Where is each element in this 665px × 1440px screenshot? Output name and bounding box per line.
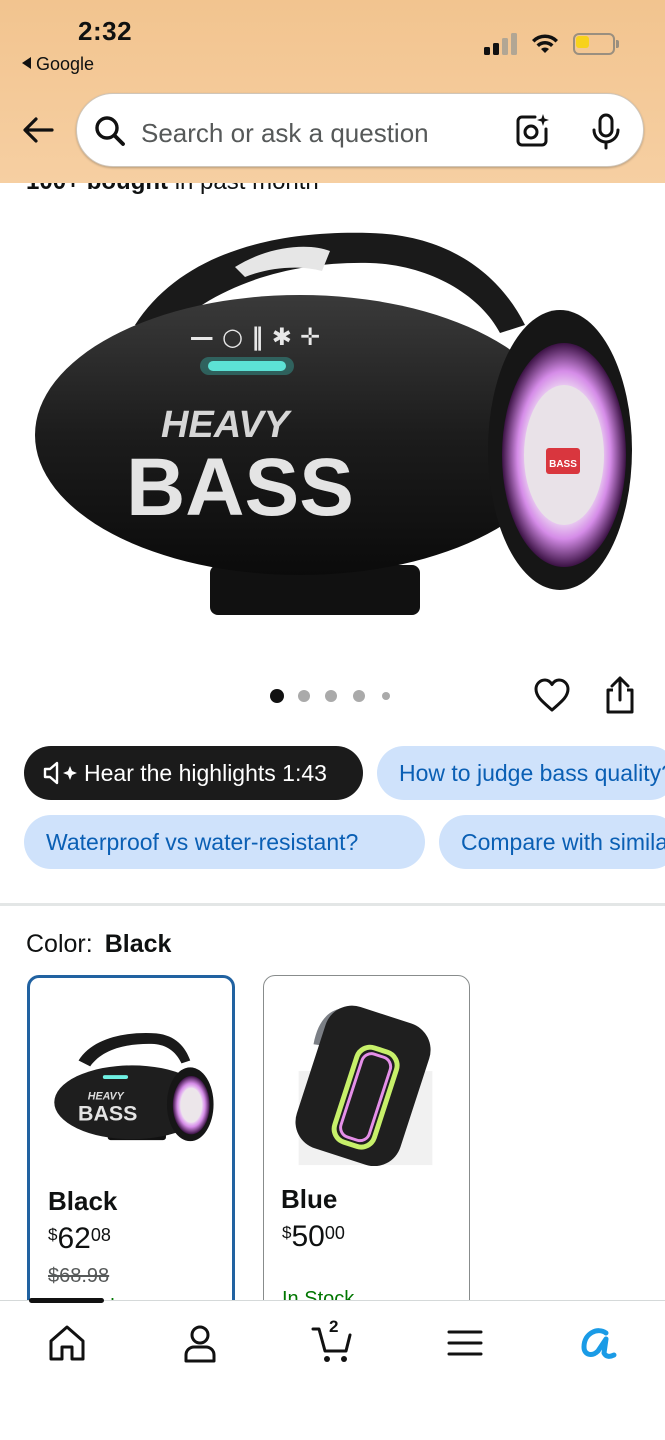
swatch-price: $5000 [282,1220,345,1254]
swatch-name: Blue [281,1184,338,1214]
back-arrow-icon[interactable] [20,112,56,148]
color-swatch-black[interactable]: HEAVY BASS Black $6208 $68.98 In Stock [27,975,235,1315]
swatch-brand-line-1: HEAVY [88,1090,125,1102]
search-bar[interactable]: Search or ask a question [76,93,644,167]
swatch-image-black-speaker: HEAVY BASS [54,1032,214,1142]
carousel-dot-2[interactable] [298,690,310,702]
heart-icon[interactable] [533,677,571,715]
product-brand-line-2: BASS [126,442,354,533]
carousel-dot-5[interactable] [382,692,390,700]
question-chip-label: Waterproof vs water-resistant? [46,829,359,855]
menu-icon[interactable] [443,1321,487,1365]
battery-icon [573,33,619,55]
share-icon[interactable] [602,674,638,716]
price-whole: 62 [57,1222,91,1255]
home-icon[interactable] [45,1321,89,1365]
back-triangle-icon [22,57,31,70]
price-whole: 50 [291,1220,325,1253]
microphone-icon[interactable] [589,112,623,150]
color-label-prefix: Color: [26,930,93,958]
bottom-navigation-bar: 2 [0,1298,665,1440]
swatch-name: Black [48,1186,118,1216]
carousel-dot-1[interactable] [270,689,284,703]
active-tab-indicator [29,1298,104,1303]
color-selected-value: Black [104,930,172,958]
color-swatch-blue[interactable]: Blue $5000 In Stock [263,975,470,1315]
rufus-assistant-icon[interactable] [576,1321,620,1365]
carousel-dot-4[interactable] [353,690,365,702]
account-icon[interactable] [178,1321,222,1365]
price-symbol: $ [48,1225,58,1244]
speaker-controls-text: — ○ ‖ ✱ ✛ [190,323,321,351]
section-divider [0,903,665,906]
color-selection-label: Color: Black [26,930,171,959]
question-chip-label: How to judge bass quality? [399,760,665,786]
image-carousel-dots[interactable] [270,688,400,704]
product-image-speaker[interactable]: BASS — ○ ‖ ✱ ✛ HEAVY BASS [30,215,640,630]
camera-lens-icon[interactable] [513,112,551,150]
end-cap-logo-text: BASS [549,459,577,470]
hear-highlights-label: Hear the highlights 1:43 [84,760,327,786]
swatch-list-price: $68.98 [48,1265,110,1287]
top-header: 2:32 Google Search or ask a question [0,0,665,183]
search-input[interactable]: Search or ask a question [141,118,429,149]
cell-signal-icon [484,33,520,55]
question-chip-compare[interactable]: Compare with similar [439,815,665,869]
swatch-brand-line-2: BASS [78,1102,137,1126]
question-chip-waterproof[interactable]: Waterproof vs water-resistant? [24,815,425,869]
back-to-app-link[interactable]: Google [22,54,94,75]
question-chip-bass-quality[interactable]: How to judge bass quality? [377,746,665,800]
price-symbol: $ [282,1223,292,1242]
speaker-sparkle-icon [43,761,77,785]
hear-highlights-button[interactable]: Hear the highlights 1:43 [24,746,363,800]
swatch-image-blue-speaker [295,1005,433,1166]
wifi-icon [532,34,558,53]
search-icon [95,116,125,146]
back-app-label: Google [36,54,95,74]
cart-count: 2 [329,1317,339,1336]
status-time: 2:32 [78,16,133,46]
product-brand-line-1: HEAVY [161,404,293,446]
price-cents: 00 [324,1223,345,1243]
carousel-dot-3[interactable] [325,690,337,702]
question-chip-label: Compare with similar [461,829,665,855]
price-cents: 08 [90,1225,111,1245]
swatch-price: $6208 [48,1222,111,1256]
